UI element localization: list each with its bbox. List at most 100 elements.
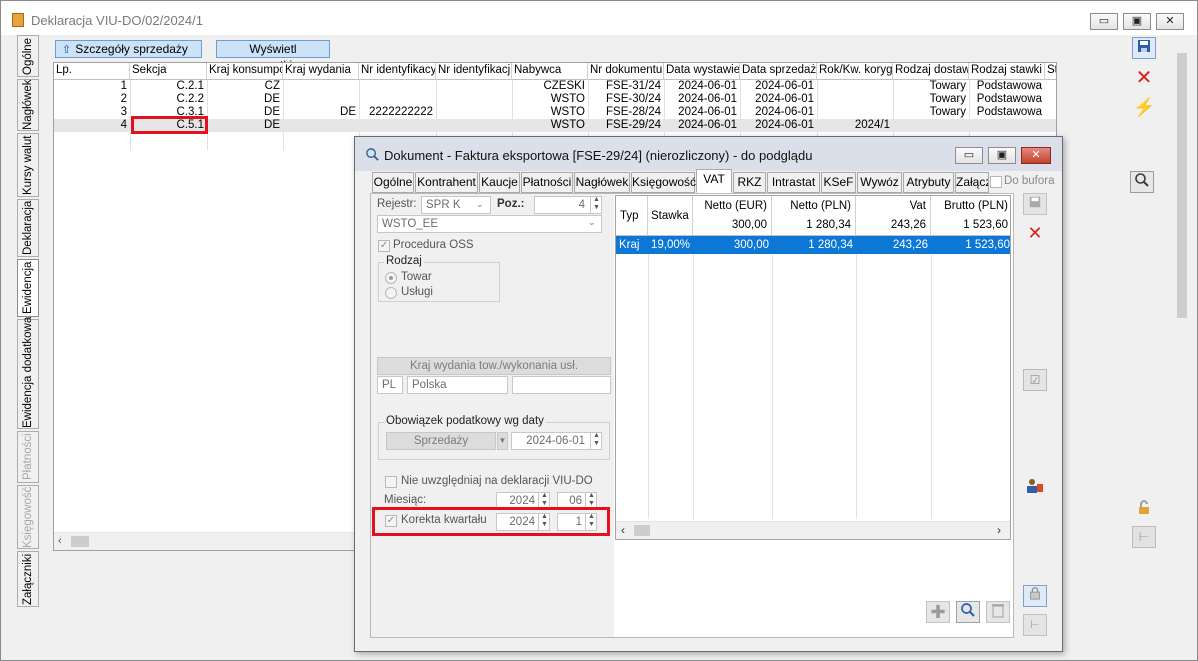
dialog-close-button[interactable]: ✕ [1021, 147, 1051, 164]
cell-data-sprzedazy: 2024-06-01 [755, 80, 814, 92]
pin-icon[interactable]: ⊢ [1132, 526, 1156, 548]
vtab-platnosci[interactable]: Płatności [17, 431, 39, 483]
date-spinner[interactable]: ▲ ▼ [590, 432, 602, 450]
vat-header-netto-pln[interactable]: Netto (PLN) 1 280,34 [772, 196, 856, 236]
poz-spinner[interactable]: ▲ ▼ [590, 196, 602, 214]
cell-lp: 3 [120, 106, 127, 118]
dialog-cancel-icon[interactable]: ✕ [1023, 222, 1047, 244]
tab-rkz[interactable]: RKZ [733, 172, 766, 193]
vat-row-selected[interactable]: Kraj 19,00% 300,00 1 280,34 243,26 1 523… [616, 236, 1010, 254]
save-icon[interactable] [1132, 37, 1156, 59]
vat-horizontal-scrollbar[interactable]: ‹ › [616, 521, 1010, 539]
dialog-title: Dokument - Faktura eksportowa [FSE-29/24… [384, 148, 813, 163]
vat-header-vat[interactable]: Vat 243,26 [856, 196, 931, 236]
main-vertical-scrollbar[interactable] [1175, 35, 1189, 655]
vtab-naglowek[interactable]: Nagłówek [17, 79, 39, 131]
register-select[interactable]: WSTO_EE [377, 215, 602, 233]
table-row[interactable]: 1 C.2.1 CZ CZESKI FSE-31/24 2024-06-01 2… [54, 80, 1056, 93]
col-header-kraj-wydania[interactable]: Kraj wydania [283, 63, 359, 80]
cell-nr-id-1 [359, 80, 436, 93]
tab-vat[interactable]: VAT [696, 169, 732, 193]
table-row[interactable]: 2 C.2.2 DE WSTO FSE-30/24 2024-06-01 202… [54, 93, 1056, 106]
col-header-st[interactable]: St [1045, 63, 1056, 80]
col-header-rodzaj-stawki[interactable]: Rodzaj stawki [969, 63, 1045, 80]
dialog-save-icon[interactable] [1023, 193, 1047, 215]
scrollbar-thumb[interactable] [634, 525, 650, 536]
checklist-icon[interactable]: ☑ [1023, 369, 1047, 391]
vtab-ogolne[interactable]: Ogólne [17, 35, 39, 77]
vtab-zalaczniki[interactable]: Załączniki [17, 551, 39, 607]
scrollbar-thumb[interactable] [1177, 53, 1187, 318]
tab-platnosci[interactable]: Płatności [521, 172, 573, 193]
vat-header-brutto-pln[interactable]: Brutto (PLN) 1 523,60 [931, 196, 1010, 236]
kraj-wydania-header: Kraj wydania tow./wykonania usł. [377, 357, 611, 375]
towar-radio[interactable] [385, 272, 397, 284]
tab-ksiegowosc[interactable]: Księgowość [631, 172, 696, 193]
add-icon[interactable]: ✚ [926, 601, 950, 623]
chevron-down-icon[interactable]: ▼ [497, 432, 508, 450]
close-button[interactable]: ✕ [1156, 13, 1184, 30]
col-header-nabywca[interactable]: Nabywca [512, 63, 588, 80]
tab-intrastat[interactable]: Intrastat [767, 172, 820, 193]
korekta-year-spinner[interactable]: ▲ ▼ [538, 513, 550, 531]
vat-header-typ[interactable]: Typ [616, 196, 648, 236]
cell-nabywca: WSTO [550, 119, 585, 131]
vtab-ewidencja[interactable]: Ewidencja [17, 259, 39, 317]
dialog-pin-icon[interactable]: ⊢ [1023, 614, 1047, 636]
cancel-icon[interactable]: ✕ [1132, 67, 1156, 89]
sprzedazy-select[interactable]: Sprzedaży [386, 432, 496, 450]
tab-zalaczniki[interactable]: Załącz [955, 172, 989, 193]
vtab-ksiegowosc[interactable]: Księgowość [17, 485, 39, 549]
lock-open-icon[interactable] [1132, 498, 1156, 520]
show-all-button[interactable]: Wyświetl wszystkie [216, 40, 330, 72]
col-header-lp[interactable]: Lp. [54, 63, 130, 80]
zoom-icon[interactable] [1130, 171, 1154, 193]
dialog-maximize-button[interactable]: ▣ [988, 147, 1016, 164]
scrollbar-thumb[interactable] [71, 536, 89, 547]
vat-header-netto-eur[interactable]: Netto (EUR) 300,00 [693, 196, 772, 236]
tab-kontrahent[interactable]: Kontrahent [415, 172, 478, 193]
vat-header-stawka[interactable]: Stawka [648, 196, 693, 236]
procedura-oss-checkbox[interactable]: ✓ [378, 240, 390, 252]
col-header-rok-kw[interactable]: Rok/Kw. koryg [817, 63, 893, 80]
window-title: Deklaracja VIU-DO/02/2024/1 [31, 13, 203, 28]
kraj-name-field[interactable]: Polska [407, 376, 508, 394]
scroll-left-icon[interactable]: ‹ [621, 523, 625, 537]
col-header-kraj-konsumpcji[interactable]: Kraj konsumpc [207, 63, 283, 80]
obowiazek-date-field[interactable]: 2024-06-01 [511, 432, 602, 450]
vtab-kursy-walut[interactable]: Kursy walut [17, 133, 39, 197]
vtab-ewidencja-dodatkowa[interactable]: Ewidencja dodatkowa [17, 317, 39, 429]
vtab-deklaracja[interactable]: Deklaracja [17, 199, 39, 257]
col-header-rodzaj-dostaw[interactable]: Rodzaj dostaw [893, 63, 969, 80]
col-header-data-sprzedazy[interactable]: Data sprzedaż [740, 63, 817, 80]
maximize-button[interactable]: ▣ [1123, 13, 1151, 30]
dialog-lock-icon[interactable] [1023, 585, 1047, 607]
tab-atrybuty[interactable]: Atrybuty [903, 172, 954, 193]
col-header-sekcja[interactable]: Sekcja [130, 63, 207, 80]
dialog-minimize-button[interactable]: ▭ [955, 147, 983, 164]
col-header-data-wystawienia[interactable]: Data wystawie [664, 63, 740, 80]
korekta-quarter-spinner[interactable]: ▲ ▼ [585, 513, 597, 531]
kraj-extra-field[interactable] [512, 376, 611, 394]
tab-ksef[interactable]: KSeF [821, 172, 856, 193]
scroll-left-icon[interactable]: ‹ [58, 535, 62, 547]
search-icon[interactable] [956, 601, 980, 623]
col-header-nr-id-1[interactable]: Nr identyfikacy [359, 63, 436, 80]
col-header-nr-dokumentu[interactable]: Nr dokumentu [588, 63, 664, 80]
col-header-nr-id-2[interactable]: Nr identyfikacji [436, 63, 512, 80]
minimize-button[interactable]: ▭ [1090, 13, 1118, 30]
tab-ogolne[interactable]: Ogólne [372, 172, 414, 193]
nie-uwzgledniaj-checkbox[interactable] [385, 476, 397, 488]
scroll-right-icon[interactable]: › [997, 523, 1001, 537]
contacts-icon[interactable] [1023, 477, 1047, 499]
lightning-icon[interactable]: ⚡ [1132, 96, 1156, 118]
kraj-code-field[interactable]: PL [377, 376, 403, 394]
korekta-kwartalu-checkbox[interactable]: ✓ [385, 515, 397, 527]
do-bufora-checkbox[interactable] [990, 176, 1002, 188]
delete-icon[interactable] [986, 601, 1010, 623]
tab-naglowek[interactable]: Nagłówek [574, 172, 630, 193]
tab-wywoz[interactable]: Wywóz [857, 172, 902, 193]
tab-kaucje[interactable]: Kaucje [479, 172, 520, 193]
uslugi-radio[interactable] [385, 287, 397, 299]
sales-details-button[interactable]: ⇧ Szczegóły sprzedaży [55, 40, 202, 58]
